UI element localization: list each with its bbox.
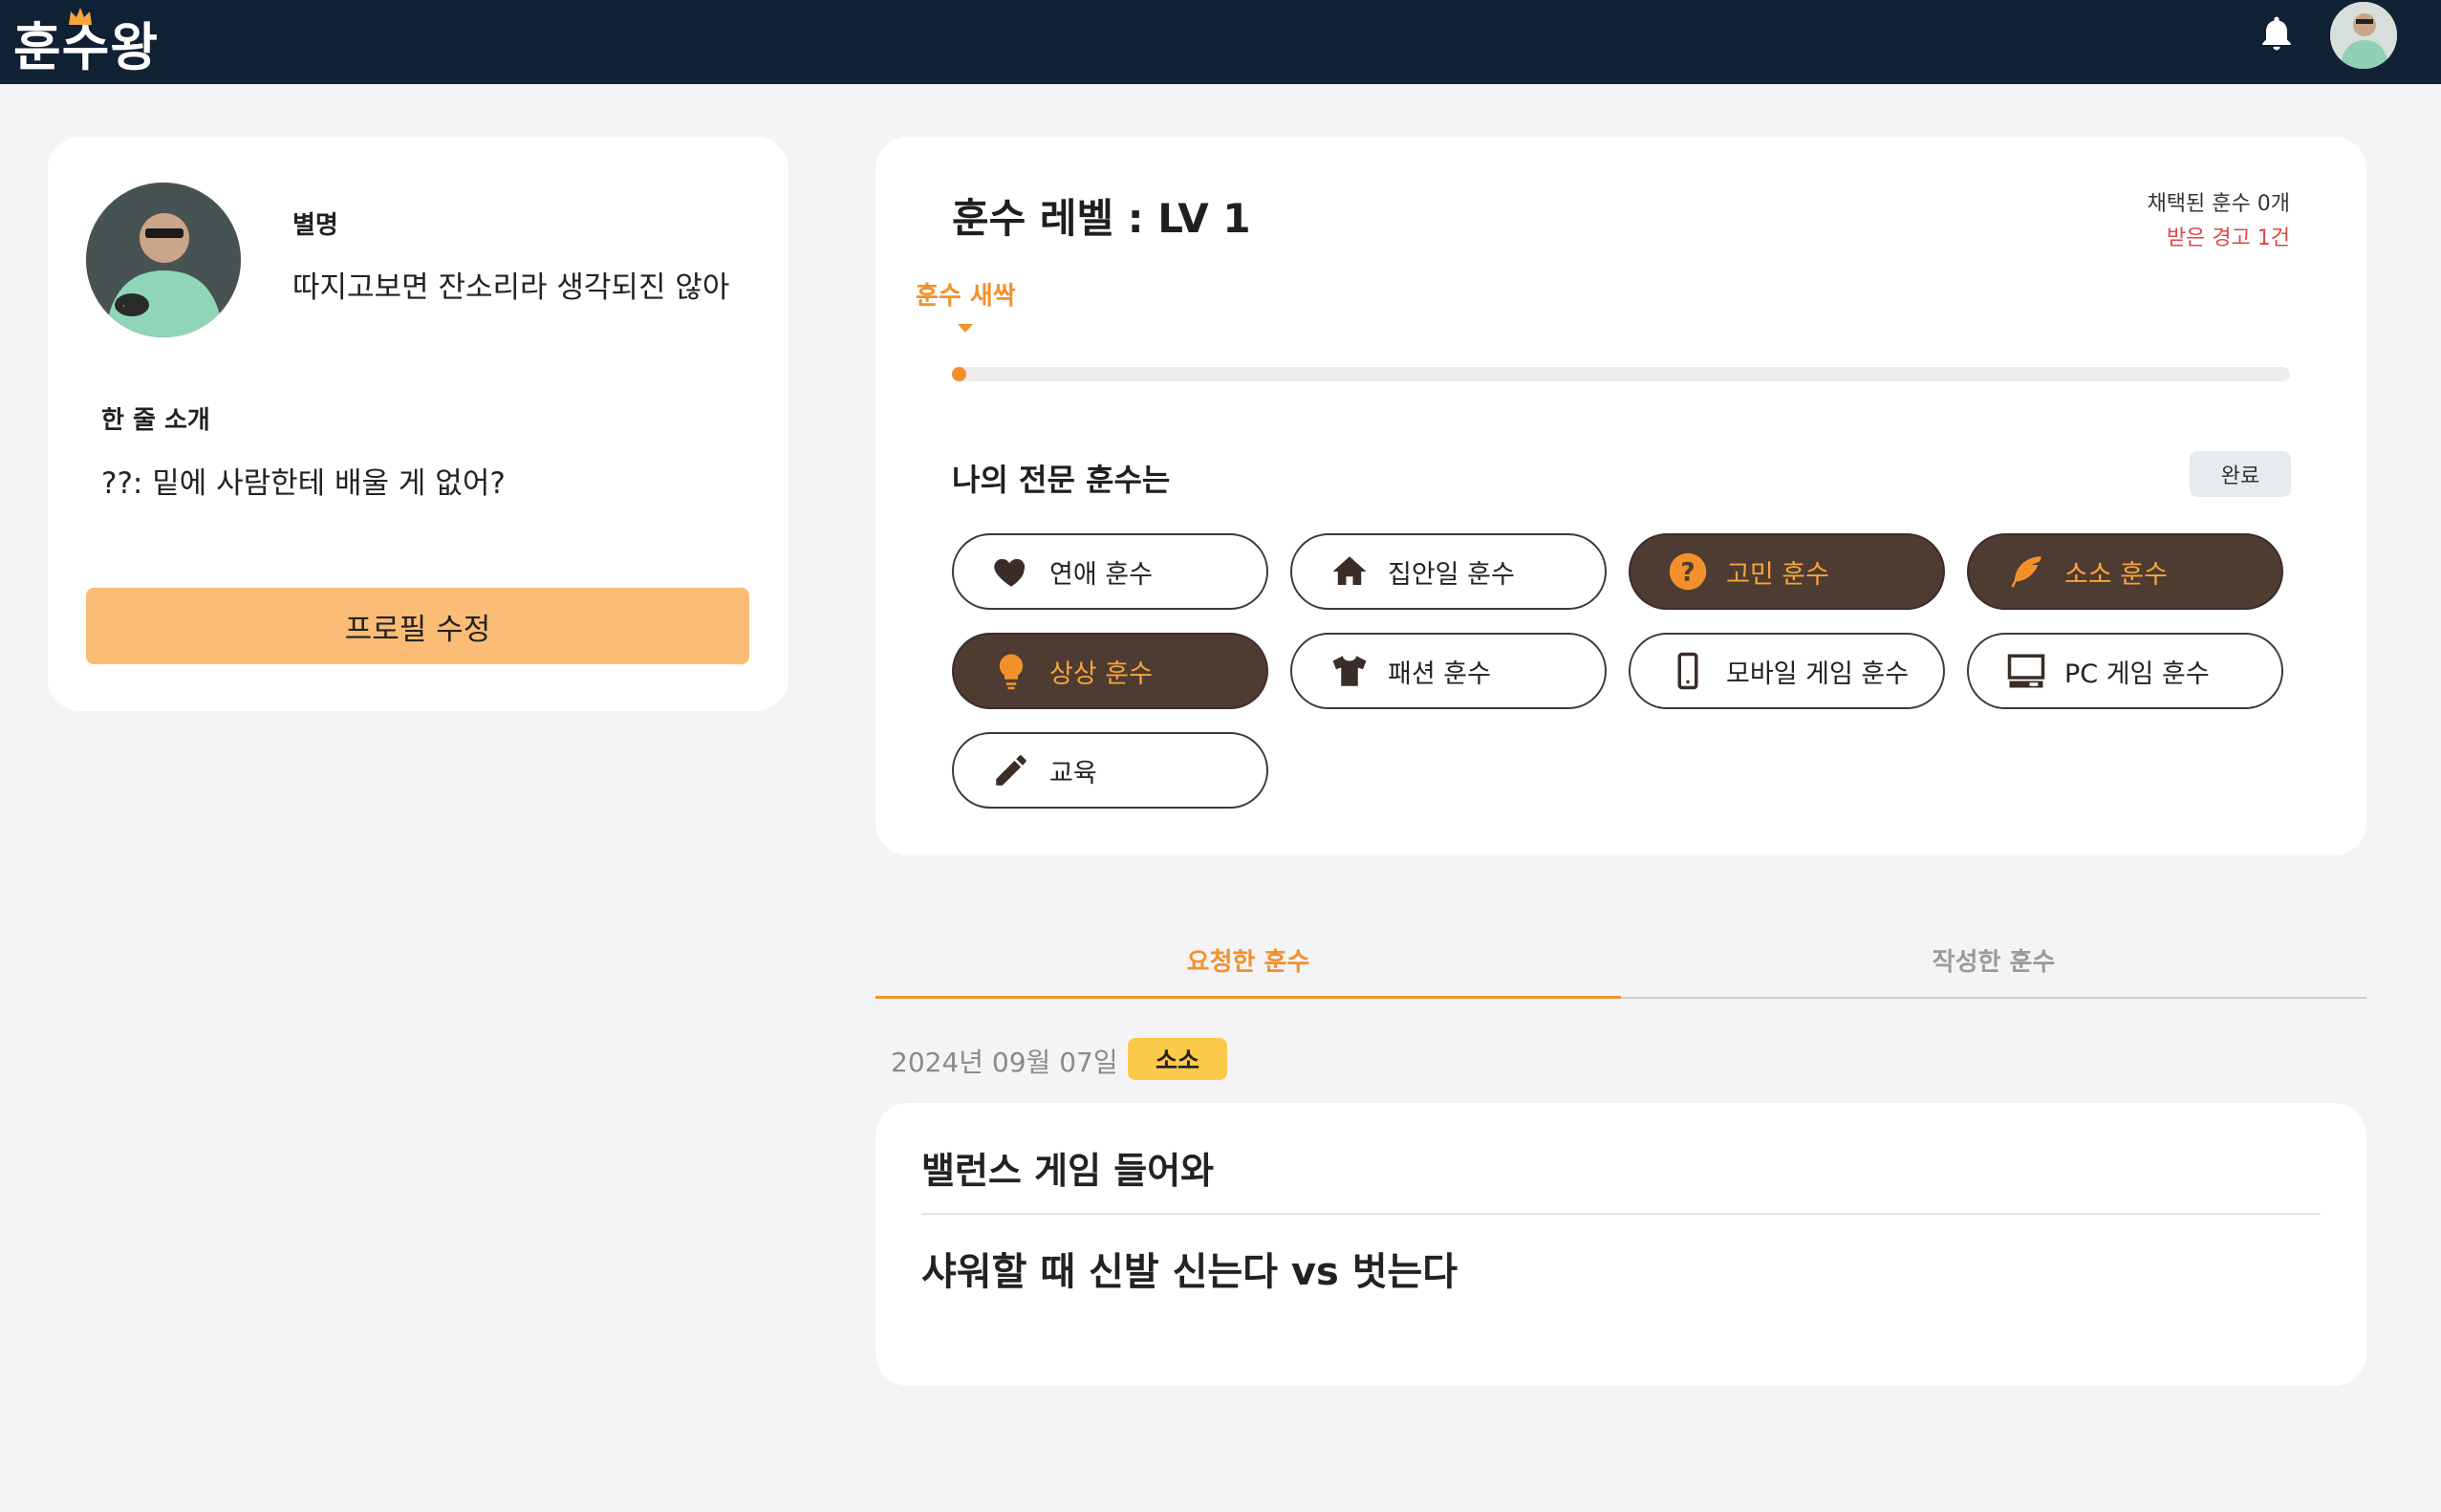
chip-label: 패션 훈수 bbox=[1388, 659, 1491, 689]
user-avatar-icon bbox=[2330, 2, 2397, 69]
post-date: 2024년 09월 07일 bbox=[891, 1047, 1118, 1078]
post-divider bbox=[921, 1213, 2321, 1215]
chip-label: 연애 훈수 bbox=[1049, 559, 1153, 590]
category-chip-housework[interactable]: 집안일 훈수 bbox=[1290, 533, 1607, 610]
post-title: 밸런스 게임 들어와 bbox=[921, 1150, 1215, 1192]
category-chip-pc-game[interactable]: PC 게임 훈수 bbox=[1967, 633, 2283, 709]
chip-label: PC 게임 훈수 bbox=[2064, 659, 2210, 689]
level-progress-fill bbox=[952, 367, 966, 381]
level-progress-bar bbox=[952, 367, 2290, 381]
app-logo[interactable]: 훈수왕 bbox=[13, 8, 159, 77]
intro-value: ??: 밑에 사람한테 배울 게 없어? bbox=[101, 466, 506, 501]
category-chip-mobile-game[interactable]: 모바일 게임 훈수 bbox=[1629, 633, 1945, 709]
heart-icon bbox=[990, 551, 1032, 593]
bell-icon[interactable] bbox=[2256, 13, 2298, 55]
post-category-badge: 소소 bbox=[1128, 1038, 1227, 1080]
edit-profile-button[interactable]: 프로필 수정 bbox=[86, 588, 749, 664]
category-chip-worry[interactable]: ? 고민 훈수 bbox=[1629, 533, 1945, 610]
level-card: 훈수 레벨 : LV 1 채택된 훈수 0개 받은 경고 1건 훈수 새싹 나의… bbox=[875, 137, 2366, 855]
profile-card: · 별명 따지고보면 잔소리라 생각되진 않아 한 줄 소개 ??: 밑에 사람… bbox=[48, 137, 788, 711]
pencil-icon bbox=[990, 749, 1032, 791]
pc-icon bbox=[2005, 650, 2047, 692]
crown-icon bbox=[69, 8, 92, 25]
chip-label: 상상 훈수 bbox=[1049, 659, 1153, 689]
category-chip-imagination[interactable]: 상상 훈수 bbox=[952, 633, 1268, 709]
chip-label: 집안일 훈수 bbox=[1388, 559, 1515, 590]
level-title: 훈수 레벨 : LV 1 bbox=[952, 195, 1251, 242]
intro-label: 한 줄 소개 bbox=[101, 406, 210, 435]
category-chip-education[interactable]: 교육 bbox=[952, 732, 1268, 809]
shirt-icon bbox=[1329, 650, 1371, 692]
header-avatar[interactable] bbox=[2330, 2, 2397, 69]
nickname-value: 따지고보면 잔소리라 생각되진 않아 bbox=[292, 270, 730, 305]
nickname-label: 별명 bbox=[292, 211, 338, 240]
lightbulb-icon bbox=[990, 650, 1032, 692]
chip-label: 모바일 게임 훈수 bbox=[1726, 659, 1910, 689]
expert-title: 나의 전문 훈수는 bbox=[952, 462, 1171, 498]
profile-avatar: · bbox=[86, 183, 241, 337]
svg-text:?: ? bbox=[1680, 559, 1695, 588]
warning-count: 받은 경고 1건 bbox=[2166, 227, 2290, 250]
category-chip-love[interactable]: 연애 훈수 bbox=[952, 533, 1268, 610]
tab-requested[interactable]: 요청한 훈수 bbox=[875, 921, 1621, 998]
chip-label: 소소 훈수 bbox=[2064, 559, 2168, 590]
level-caret-icon bbox=[958, 324, 973, 333]
chip-label: 교육 bbox=[1049, 758, 1097, 788]
tab-active-indicator bbox=[875, 996, 1621, 999]
svg-text:·: · bbox=[122, 302, 125, 312]
done-button[interactable]: 완료 bbox=[2190, 451, 2291, 497]
feather-icon bbox=[2005, 551, 2047, 593]
adopted-count: 채택된 훈수 0개 bbox=[2147, 192, 2290, 216]
house-icon bbox=[1329, 551, 1371, 593]
top-navbar: 훈수왕 bbox=[0, 0, 2441, 84]
question-icon: ? bbox=[1667, 551, 1709, 593]
level-name: 훈수 새싹 bbox=[916, 282, 1016, 311]
user-avatar-icon: · bbox=[86, 183, 241, 337]
mobile-icon bbox=[1667, 650, 1709, 692]
category-chip-small[interactable]: 소소 훈수 bbox=[1967, 533, 2283, 610]
category-chip-fashion[interactable]: 패션 훈수 bbox=[1290, 633, 1607, 709]
chip-label: 고민 훈수 bbox=[1726, 559, 1829, 590]
post-question: 샤워할 때 신발 신는다 vs 벗는다 bbox=[921, 1250, 1458, 1294]
post-card[interactable]: 밸런스 게임 들어와 샤워할 때 신발 신는다 vs 벗는다 bbox=[875, 1103, 2366, 1386]
tab-written[interactable]: 작성한 훈수 bbox=[1621, 921, 2366, 998]
